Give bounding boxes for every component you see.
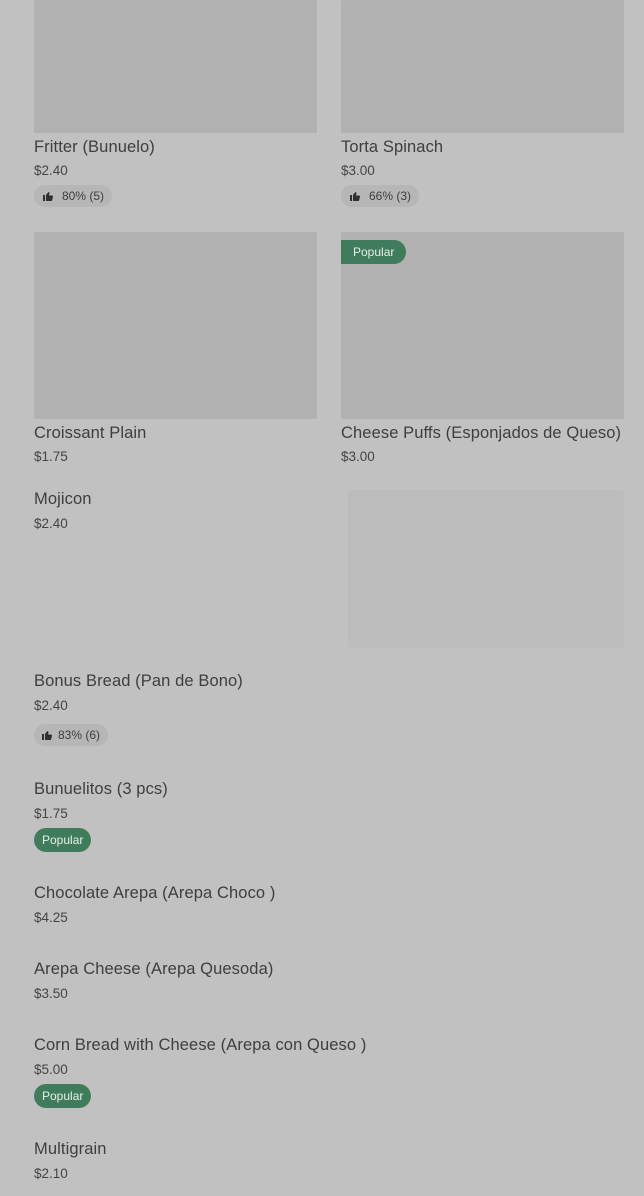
- menu-item-card[interactable]: Torta Spinach $3.00 66% (3): [341, 0, 624, 212]
- menu-item-name: Croissant Plain: [34, 424, 147, 442]
- popular-badge: Popular: [341, 240, 407, 264]
- menu-item-row[interactable]: Bunuelitos (3 pcs) $1.75 Popular: [0, 770, 644, 866]
- rating-badge: 80% (5): [34, 185, 113, 207]
- menu-item-row[interactable]: Mojicon $2.40: [0, 480, 644, 652]
- menu-item-name: Arepa Cheese (Arepa Quesoda): [34, 960, 274, 978]
- rating-badge: 83% (6): [34, 724, 109, 746]
- menu-item-image: [34, 0, 317, 133]
- rating-text: 80% (5): [62, 189, 105, 203]
- menu-item-name: Cheese Puffs (Esponjados de Queso): [341, 424, 622, 442]
- menu-item-name: Corn Bread with Cheese (Arepa con Queso …: [34, 1036, 367, 1054]
- menu-item-name: Bunuelitos (3 pcs): [34, 780, 168, 798]
- menu-item-row[interactable]: Multigrain $2.10: [0, 1130, 644, 1196]
- menu-item-name: Fritter (Bunuelo): [34, 138, 155, 156]
- menu-item-row[interactable]: Arepa Cheese (Arepa Quesoda) $3.50: [0, 950, 644, 1020]
- thumbs-up-icon: [42, 731, 52, 740]
- menu-item-price: $2.10: [34, 1166, 68, 1181]
- menu-item-price: $1.75: [34, 449, 68, 464]
- menu-item-image: [34, 232, 317, 419]
- thumbs-up-icon: [43, 192, 53, 201]
- rating-text: 83% (6): [58, 728, 101, 742]
- menu-item-image: [348, 490, 624, 648]
- rating-text: 66% (3): [369, 189, 412, 203]
- menu-item-image: [341, 0, 624, 133]
- menu-item-row[interactable]: Corn Bread with Cheese (Arepa con Queso …: [0, 1026, 644, 1122]
- menu-item-price: $3.00: [341, 163, 375, 178]
- menu-item-card[interactable]: Popular Cheese Puffs (Esponjados de Ques…: [341, 232, 624, 472]
- menu-item-price: $2.40: [34, 516, 68, 531]
- popular-badge: Popular: [34, 828, 92, 852]
- menu-item-price: $2.40: [34, 698, 68, 713]
- popular-badge: Popular: [34, 1084, 92, 1108]
- menu-item-price: $1.75: [34, 806, 68, 821]
- menu-item-name: Multigrain: [34, 1140, 107, 1158]
- menu-item-price: $5.00: [34, 1062, 68, 1077]
- menu-item-price: $4.25: [34, 910, 68, 925]
- thumbs-up-icon: [350, 192, 360, 201]
- menu-item-name: Torta Spinach: [341, 138, 444, 156]
- menu-item-row[interactable]: Bonus Bread (Pan de Bono) $2.40 83% (6): [0, 662, 644, 762]
- rating-badge: 66% (3): [341, 185, 420, 207]
- menu-item-card[interactable]: Croissant Plain $1.75: [34, 232, 317, 472]
- menu-item-name: Mojicon: [34, 490, 92, 508]
- menu-item-card[interactable]: Fritter (Bunuelo) $2.40 80% (5): [34, 0, 317, 212]
- menu-item-price: $2.40: [34, 163, 68, 178]
- menu-item-name: Chocolate Arepa (Arepa Choco ): [34, 884, 276, 902]
- menu-item-price: $3.50: [34, 986, 68, 1001]
- menu-item-name: Bonus Bread (Pan de Bono): [34, 672, 243, 690]
- menu-item-row[interactable]: Chocolate Arepa (Arepa Choco ) $4.25: [0, 874, 644, 944]
- menu-item-price: $3.00: [341, 449, 375, 464]
